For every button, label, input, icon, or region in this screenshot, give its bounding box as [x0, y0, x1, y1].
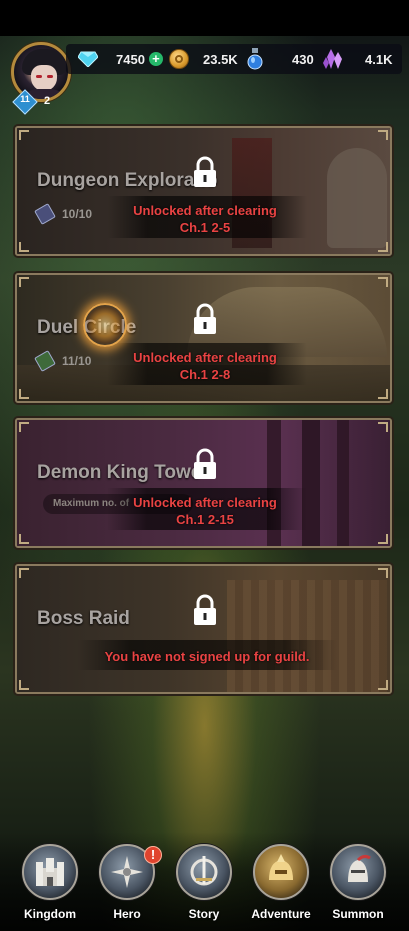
unlock-text-line1: Unlocked after clearing: [133, 203, 277, 218]
helmet-icon: [253, 844, 309, 900]
unlock-requirement: You have not signed up for guild.: [104, 649, 310, 664]
lock-icon: [194, 156, 216, 187]
duel-circle-card[interactable]: Duel Circle 11/10 Unlocked after clearin…: [15, 273, 392, 403]
gem-resource[interactable]: 7450 +: [78, 44, 163, 74]
card-title: Boss Raid: [37, 608, 130, 629]
diamond-icon: [78, 51, 98, 67]
game-screen: 11 2 7450 + 23.5K 430 4.1K Dungeon Explo…: [0, 0, 409, 931]
nav-label: Story: [188, 907, 220, 921]
ticket-counter: 11/10: [34, 350, 92, 372]
ticket-icon: [34, 203, 56, 225]
nav-story[interactable]: Story: [168, 840, 240, 930]
unlock-requirement: Unlocked after clearing Ch.1 2-8: [105, 349, 305, 383]
unlock-text-line1: Unlocked after clearing: [133, 350, 277, 365]
lock-icon: [194, 448, 216, 479]
status-bar-area: [0, 0, 409, 36]
unlock-text-line1: Unlocked after clearing: [133, 495, 277, 510]
crystal-value: 4.1K: [365, 51, 393, 67]
knight-helm-icon: [330, 844, 386, 900]
nav-label: Hero: [113, 907, 141, 921]
nav-adventure[interactable]: Adventure: [245, 840, 317, 930]
potion-resource[interactable]: 430: [247, 44, 314, 74]
card-title: Dungeon Exploratio: [37, 170, 218, 191]
unlock-requirement: Unlocked after clearing Ch.1 2-15: [105, 494, 305, 528]
lock-icon: [194, 303, 216, 334]
gold-value: 23.5K: [203, 51, 238, 67]
gold-resource[interactable]: 23.5K: [169, 44, 238, 74]
nav-label: Summon: [332, 907, 384, 921]
nav-kingdom[interactable]: Kingdom: [14, 840, 86, 930]
tutorial-highlight-ring: [83, 303, 127, 347]
sword-icon: [176, 844, 232, 900]
nav-label: Kingdom: [24, 907, 76, 921]
bottom-navigation: Kingdom Hero Story Adventure Summon: [0, 832, 409, 931]
demon-king-tower-card[interactable]: Demon King Towe Maximum no. of Unlocked …: [15, 418, 392, 548]
unlock-requirement: Unlocked after clearing Ch.1 2-5: [105, 202, 305, 236]
ticket-value: 10/10: [62, 207, 93, 221]
coin-icon: [169, 49, 189, 69]
nav-label: Adventure: [251, 907, 311, 921]
resource-bar: 7450 + 23.5K 430 4.1K: [66, 44, 402, 74]
crystal-resource[interactable]: 4.1K: [323, 44, 392, 74]
player-count: 2: [44, 95, 51, 107]
nav-summon[interactable]: Summon: [322, 840, 394, 930]
ticket-icon: [34, 350, 56, 372]
potion-value: 430: [292, 51, 314, 67]
dungeon-exploration-card[interactable]: Dungeon Exploratio 10/10 Unlocked after …: [15, 126, 392, 256]
castle-icon: [22, 844, 78, 900]
ticket-value: 11/10: [62, 354, 92, 368]
level-badge-value: 11: [20, 94, 30, 104]
ticket-counter: 10/10: [34, 203, 93, 225]
crystal-icon: [323, 49, 342, 69]
boss-raid-card[interactable]: Boss Raid You have not signed up for gui…: [15, 564, 392, 694]
card-title: Demon King Towe: [37, 462, 202, 483]
unlock-text-line2: Ch.1 2-5: [179, 220, 231, 235]
hero-notification-badge: !: [144, 846, 162, 864]
unlock-text-line2: Ch.1 2-8: [179, 367, 231, 382]
gem-value: 7450: [116, 51, 145, 67]
potion-icon: [247, 48, 263, 70]
add-gems-button[interactable]: +: [148, 52, 163, 66]
unlock-text-line2: Ch.1 2-15: [176, 512, 234, 527]
lock-icon: [194, 594, 216, 625]
